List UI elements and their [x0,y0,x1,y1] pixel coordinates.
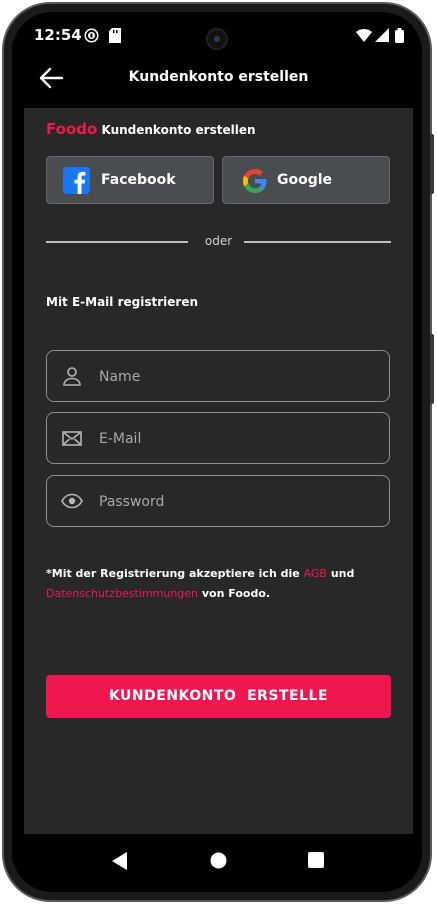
mail-icon [61,427,83,449]
password-input[interactable] [97,476,381,528]
wifi-icon [356,28,372,46]
email-section-title: Mit E-Mail registrieren [46,295,198,309]
screen: 12:54 Kundenkonto erstellen Foodo Kunden… [24,22,413,886]
power-button [430,134,434,194]
create-account-button[interactable]: KUNDENKONTO ERSTELLE [46,675,391,718]
signal-icon [375,28,389,46]
password-field[interactable] [46,475,390,528]
facebook-button[interactable]: Facebook [46,156,214,204]
system-nav-bar [24,834,413,886]
front-camera [206,28,228,50]
privacy-link[interactable]: Datenschutzbestimmungen [46,587,198,600]
eye-icon[interactable] [61,490,83,512]
name-field[interactable] [46,350,390,403]
facebook-icon [63,167,90,194]
form-heading: Foodo Kundenkonto erstellen [46,120,256,138]
user-icon [61,365,83,387]
sd-card-icon [109,28,121,47]
page-title: Kundenkonto erstellen [128,69,309,85]
nav-back-icon[interactable] [112,852,128,874]
status-time: 12:54 [34,26,82,44]
name-input[interactable] [97,351,381,403]
app-notification-icon [84,28,99,47]
email-field[interactable] [46,412,390,465]
app-bar: Kundenkonto erstellen [24,50,413,108]
email-input[interactable] [97,413,381,465]
terms-text: *Mit der Registrierung akzeptiere ich di… [46,564,396,604]
battery-icon [395,28,404,47]
facebook-label: Facebook [101,172,176,188]
status-bar: 12:54 [24,22,413,50]
terms-und: und [330,567,355,580]
google-icon [243,169,267,193]
agb-link[interactable]: AGB [304,567,327,580]
terms-prefix: *Mit der Registrierung akzeptiere ich di… [46,567,300,580]
volume-button [430,334,434,404]
terms-suffix: von Foodo. [201,587,271,600]
divider-right [244,241,391,243]
brand-name: Foodo [46,120,98,138]
form-heading-text: Kundenkonto erstellen [101,123,256,137]
nav-recents-icon[interactable] [308,852,324,872]
google-button[interactable]: Google [222,156,390,204]
nav-home-icon[interactable] [210,852,227,873]
main-content: Foodo Kundenkonto erstellen Facebook Goo… [24,108,413,834]
google-label: Google [277,172,333,188]
